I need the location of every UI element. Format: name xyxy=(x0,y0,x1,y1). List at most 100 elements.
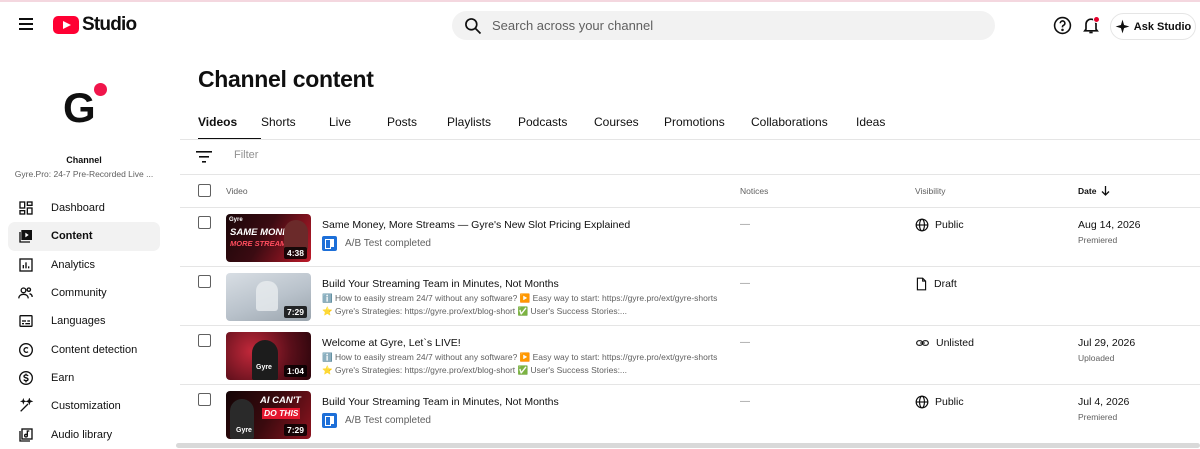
video-thumbnail[interactable]: AI CAN'T DO THIS Gyre 7:29 xyxy=(226,391,311,439)
avatar-letter: G xyxy=(63,84,96,131)
tab-posts[interactable]: Posts xyxy=(387,108,447,140)
tab-ideas[interactable]: Ideas xyxy=(856,108,896,140)
sidebar-item-earn[interactable]: Earn xyxy=(8,364,160,392)
video-thumbnail[interactable]: Gyre 1:04 xyxy=(226,332,311,380)
row-checkbox[interactable] xyxy=(198,334,211,347)
help-icon[interactable] xyxy=(1053,16,1072,35)
customization-icon xyxy=(17,398,34,415)
visibility-label: Public xyxy=(935,396,964,408)
notices-value: — xyxy=(740,396,750,407)
filter-input[interactable] xyxy=(234,149,534,161)
sidebar-item-label: Dashboard xyxy=(51,202,105,215)
channel-avatar[interactable]: G xyxy=(59,82,111,134)
column-header-date[interactable]: Date xyxy=(1078,186,1110,196)
audio-library-icon xyxy=(17,426,34,443)
select-all-checkbox[interactable] xyxy=(198,184,211,197)
tab-podcasts[interactable]: Podcasts xyxy=(518,108,594,140)
video-title[interactable]: Same Money, More Streams — Gyre's New Sl… xyxy=(322,219,630,231)
content-tabs: Videos Shorts Live Posts Playlists Podca… xyxy=(198,108,896,140)
video-date: Jul 29, 2026 xyxy=(1078,337,1136,349)
visibility-label: Draft xyxy=(934,278,957,290)
tab-videos[interactable]: Videos xyxy=(198,108,261,140)
filter-icon[interactable] xyxy=(196,150,212,164)
video-date: Jul 4, 2026 xyxy=(1078,396,1130,408)
visibility-status[interactable]: Draft xyxy=(915,277,957,291)
sidebar-item-label: Content detection xyxy=(51,343,138,356)
tab-playlists[interactable]: Playlists xyxy=(447,108,518,140)
ab-test-status: A/B Test completed xyxy=(322,413,431,428)
tab-collaborations[interactable]: Collaborations xyxy=(751,108,856,140)
thumbnail-caption: MORE STREAMS xyxy=(230,239,292,248)
studio-logo[interactable]: Studio xyxy=(53,14,137,36)
sidebar-item-community[interactable]: Community xyxy=(8,279,160,307)
sidebar-item-label: Community xyxy=(51,287,107,300)
video-thumbnail[interactable]: 7:29 xyxy=(226,273,311,321)
ab-test-icon xyxy=(322,236,337,251)
video-thumbnail[interactable]: Gyre SAME MONEY MORE STREAMS 4:38 xyxy=(226,214,311,262)
notifications-bell-icon[interactable] xyxy=(1081,15,1101,35)
thumbnail-brand: Gyre xyxy=(229,217,243,223)
thumbnail-brand: Gyre xyxy=(256,364,272,371)
dashboard-icon xyxy=(17,200,34,217)
visibility-status[interactable]: Public xyxy=(915,395,964,409)
globe-icon xyxy=(915,218,929,232)
search-icon[interactable] xyxy=(463,16,483,36)
divider xyxy=(180,174,1200,175)
sidebar-item-analytics[interactable]: Analytics xyxy=(8,251,160,279)
content-icon xyxy=(17,228,34,245)
sidebar: G Channel Gyre.Pro: 24-7 Pre-Recorded Li… xyxy=(0,48,172,449)
search-bar[interactable] xyxy=(452,11,995,40)
sidebar-item-label: Analytics xyxy=(51,258,96,271)
video-title[interactable]: Build Your Streaming Team in Minutes, No… xyxy=(322,278,559,290)
filter-bar xyxy=(180,140,1200,174)
earn-icon xyxy=(17,369,34,386)
languages-icon xyxy=(17,313,34,330)
visibility-status[interactable]: Public xyxy=(915,218,964,232)
globe-icon xyxy=(915,395,929,409)
video-description-line: ⭐ Gyre's Strategies: https://gyre.pro/ex… xyxy=(322,365,628,375)
tab-courses[interactable]: Courses xyxy=(594,108,664,140)
video-description-line: ℹ️ How to easily stream 24/7 without any… xyxy=(322,293,718,303)
video-title[interactable]: Welcome at Gyre, Let`s LIVE! xyxy=(322,337,461,349)
video-description-line: ℹ️ How to easily stream 24/7 without any… xyxy=(322,352,718,362)
sidebar-item-customization[interactable]: Customization xyxy=(8,392,160,420)
table-row[interactable]: AI CAN'T DO THIS Gyre 7:29 Build Your St… xyxy=(180,385,1200,444)
video-duration: 7:29 xyxy=(283,306,307,318)
visibility-status[interactable]: Unlisted xyxy=(915,336,974,350)
row-checkbox[interactable] xyxy=(198,216,211,229)
date-status: Premiered xyxy=(1078,235,1118,245)
channel-name: Gyre.Pro: 24-7 Pre-Recorded Live ... xyxy=(14,169,154,179)
sidebar-item-audio-library[interactable]: Audio library xyxy=(8,420,160,448)
sidebar-item-dashboard[interactable]: Dashboard xyxy=(8,194,160,222)
sidebar-item-label: Audio library xyxy=(51,428,113,441)
tab-promotions[interactable]: Promotions xyxy=(664,108,751,140)
ab-test-label: A/B Test completed xyxy=(345,415,431,426)
table-row[interactable]: Gyre 1:04 Welcome at Gyre, Let`s LIVE! ℹ… xyxy=(180,326,1200,385)
ask-studio-button[interactable]: Ask Studio xyxy=(1110,13,1196,40)
video-title[interactable]: Build Your Streaming Team in Minutes, No… xyxy=(322,396,559,408)
row-checkbox[interactable] xyxy=(198,393,211,406)
column-header-video: Video xyxy=(226,186,248,196)
sidebar-item-languages[interactable]: Languages xyxy=(8,307,160,335)
horizontal-scrollbar[interactable] xyxy=(176,443,1200,448)
hamburger-menu-icon[interactable] xyxy=(16,15,36,35)
table-row[interactable]: 7:29 Build Your Streaming Team in Minute… xyxy=(180,267,1200,326)
table-row[interactable]: Gyre SAME MONEY MORE STREAMS 4:38 Same M… xyxy=(180,208,1200,267)
channel-label: Channel xyxy=(66,155,102,165)
video-duration: 7:29 xyxy=(283,424,307,436)
logo-text: Studio xyxy=(82,14,137,35)
sidebar-item-label: Earn xyxy=(51,371,75,384)
sidebar-item-content[interactable]: Content xyxy=(8,222,160,251)
thumbnail-person xyxy=(252,340,278,380)
row-checkbox[interactable] xyxy=(198,275,211,288)
sidebar-nav: Dashboard Content Analytics Community La… xyxy=(8,194,160,449)
page-title: Channel content xyxy=(198,66,374,92)
tab-live[interactable]: Live xyxy=(329,108,387,140)
tab-shorts[interactable]: Shorts xyxy=(261,108,329,140)
youtube-play-icon xyxy=(53,16,79,34)
sidebar-item-content-detection[interactable]: Content detection xyxy=(8,335,160,363)
ask-studio-label: Ask Studio xyxy=(1133,20,1192,33)
video-date: Aug 14, 2026 xyxy=(1078,219,1141,231)
search-input[interactable] xyxy=(492,18,972,33)
link-icon xyxy=(916,340,929,346)
